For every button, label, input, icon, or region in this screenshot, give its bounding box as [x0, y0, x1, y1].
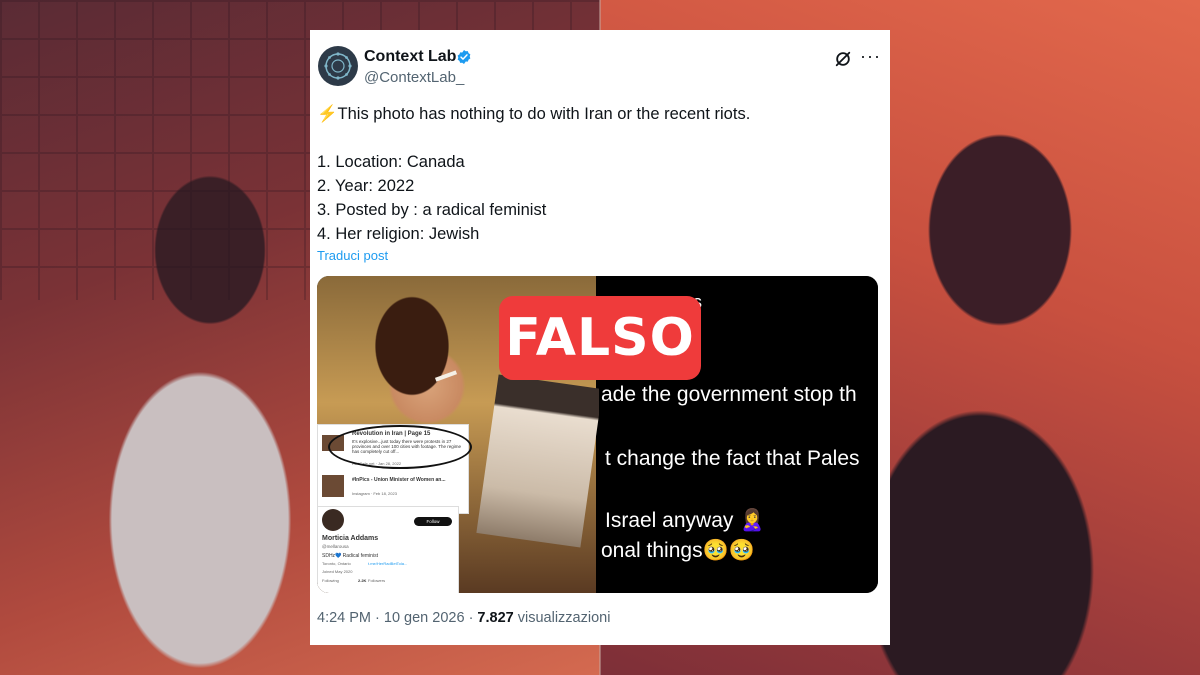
- tweet-line: 3. Posted by : a radical feminist: [317, 201, 547, 219]
- poster-graphic: [476, 374, 603, 548]
- author-avatar[interactable]: [318, 46, 358, 86]
- profile-followers-label: Followers: [368, 578, 386, 583]
- views-count: 7.827: [477, 610, 514, 626]
- tweet-line: ⚡This photo has nothing to do with Iran …: [317, 105, 751, 123]
- author-handle[interactable]: @ContextLab_: [364, 69, 464, 86]
- author-name[interactable]: Context Lab: [364, 48, 456, 66]
- profile-handle: @mellarousa: [322, 544, 349, 549]
- context-lab-logo-icon: [324, 52, 352, 80]
- cigarette-graphic: [434, 370, 458, 382]
- profile-link: t.me/HerRadBetTola...: [368, 561, 408, 566]
- profile-location: Toronto, Ontario: [322, 561, 351, 566]
- views-label: visualizzazioni: [517, 610, 611, 626]
- highlight-circle: [328, 425, 472, 469]
- grok-icon[interactable]: [834, 50, 852, 68]
- screenshot-line: Israel anyway 🙎‍♀️: [605, 509, 766, 532]
- verified-badge-icon: [457, 50, 471, 64]
- translate-post-link[interactable]: Traduci post: [317, 248, 388, 263]
- search-result-screenshot: Revolution in Iran | Page 15 It's explos…: [317, 424, 472, 514]
- separator-dot: ·: [375, 610, 384, 626]
- tweet-line: 4. Her religion: Jewish: [317, 225, 480, 243]
- profile-name: Morticia Addams: [322, 535, 379, 542]
- profile-joined: Joined May 2020: [322, 569, 353, 574]
- falso-stamp: FALSO: [499, 296, 701, 380]
- profile-bio: SDHz💙 Radical feminist: [322, 553, 378, 559]
- tweet-footer: 4:24 PM · 10 gen 2026 · 7.827 visualizza…: [317, 610, 610, 626]
- profile-screenshot: Follow Morticia Addams @mellarousa SDHz💙…: [317, 506, 459, 593]
- profile-following: Following: [322, 578, 339, 583]
- screenshot-meta: Instagram · Feb 18, 2023: [352, 491, 397, 496]
- tweet-line: 1. Location: Canada: [317, 153, 465, 171]
- follow-button: Follow: [414, 517, 452, 526]
- tweet-line: 2. Year: 2022: [317, 177, 415, 195]
- profile-followers-count: 2.2K: [358, 578, 367, 583]
- screenshot-text: #InPics - Union Minister of Women an...: [352, 477, 446, 483]
- tweet-text: ⚡This photo has nothing to do with Iran …: [317, 102, 877, 246]
- screenshot-line: t change the fact that Pales: [605, 447, 860, 470]
- screenshot-line: ade the government stop th: [601, 383, 857, 406]
- tweet-date[interactable]: 10 gen 2026: [384, 610, 465, 626]
- more-options-icon[interactable]: ···: [860, 46, 881, 67]
- screenshot-line: onal things🥹🥹: [601, 539, 755, 562]
- tweet-time[interactable]: 4:24 PM: [317, 610, 371, 626]
